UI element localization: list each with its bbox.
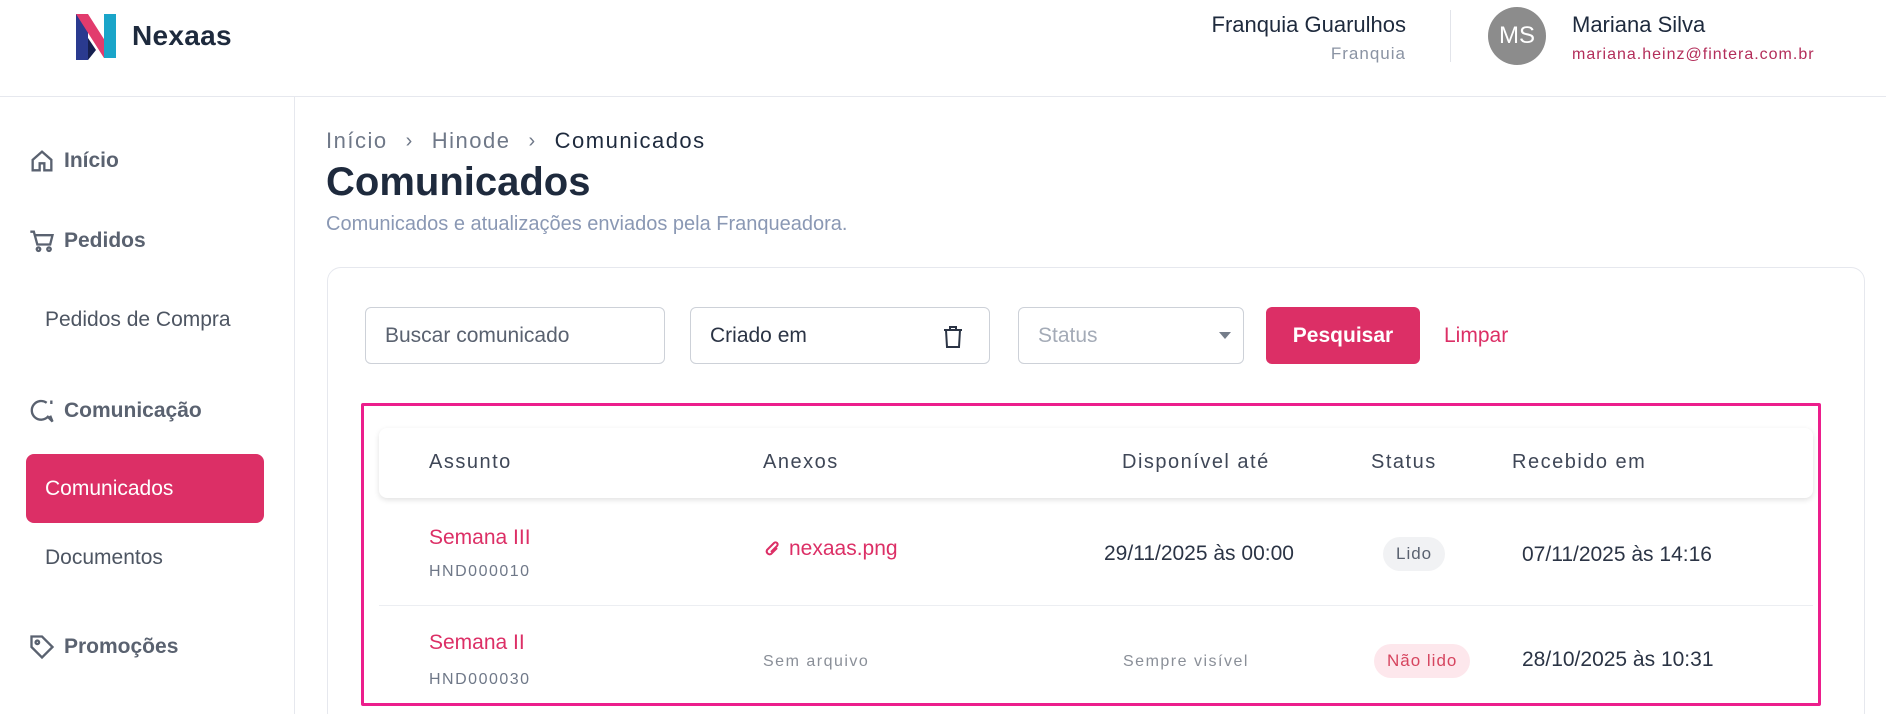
page-subtitle: Comunicados e atualizações enviados pela… (326, 213, 848, 235)
sidebar-item-comunicacao[interactable]: Comunicação (28, 397, 202, 425)
user-email: mariana.heinz@fintera.com.br (1572, 46, 1815, 63)
page-title: Comunicados (326, 160, 591, 204)
sidebar-item-comunicados[interactable]: Comunicados (26, 454, 264, 523)
breadcrumb-item-current: Comunicados (554, 128, 706, 153)
sidebar-item-documentos[interactable]: Documentos (26, 523, 264, 592)
sidebar-item-label: Pedidos (64, 229, 146, 252)
breadcrumb-item-hinode[interactable]: Hinode (432, 128, 511, 154)
sidebar-item-promocoes[interactable]: Promoções (28, 633, 178, 661)
chevron-down-icon (1219, 332, 1231, 339)
app-header: Nexaas Franquia Guarulhos Franquia MS Ma… (0, 0, 1886, 97)
chat-icon (30, 399, 54, 423)
sidebar-item-inicio[interactable]: Início (28, 147, 119, 175)
sidebar-item-label: Início (64, 149, 119, 172)
user-name: Mariana Silva (1572, 12, 1706, 37)
status-select[interactable]: Status (1018, 307, 1244, 364)
home-icon (31, 150, 53, 172)
clear-button[interactable]: Limpar (1444, 307, 1508, 364)
brand-name: Nexaas (132, 20, 232, 51)
user-info[interactable]: Mariana Silva mariana.heinz@fintera.com.… (1572, 12, 1815, 64)
logo[interactable]: Nexaas (70, 8, 232, 64)
created-date-field[interactable]: Criado em (690, 307, 990, 364)
trash-icon[interactable] (941, 324, 965, 350)
sidebar-item-label: Promoções (64, 635, 179, 658)
status-placeholder: Status (1038, 323, 1098, 347)
cart-icon (30, 230, 54, 253)
breadcrumb: Início › Hinode › Comunicados (326, 128, 706, 154)
franchise-info[interactable]: Franquia Guarulhos Franquia (1212, 12, 1406, 64)
sidebar: Início Pedidos Pedidos de Compra Comunic… (0, 97, 295, 714)
breadcrumb-item-inicio[interactable]: Início (326, 128, 388, 154)
search-input[interactable]: Buscar comunicado (365, 307, 665, 364)
avatar[interactable]: MS (1488, 7, 1546, 65)
franchise-name: Franquia Guarulhos (1211, 12, 1406, 37)
tag-icon (30, 635, 55, 660)
search-button[interactable]: Pesquisar (1266, 307, 1420, 364)
franchise-type: Franquia (1330, 44, 1406, 63)
nexaas-logo-icon (76, 14, 116, 60)
sidebar-item-pedidos[interactable]: Pedidos (28, 227, 146, 255)
table-highlight-frame (361, 403, 1821, 706)
header-divider (1450, 10, 1451, 62)
created-date-placeholder: Criado em (710, 323, 807, 347)
chevron-right-icon: › (528, 129, 537, 152)
chevron-right-icon: › (405, 129, 414, 152)
sidebar-item-pedidos-de-compra[interactable]: Pedidos de Compra (26, 285, 264, 354)
sidebar-item-label: Comunicação (64, 399, 202, 422)
